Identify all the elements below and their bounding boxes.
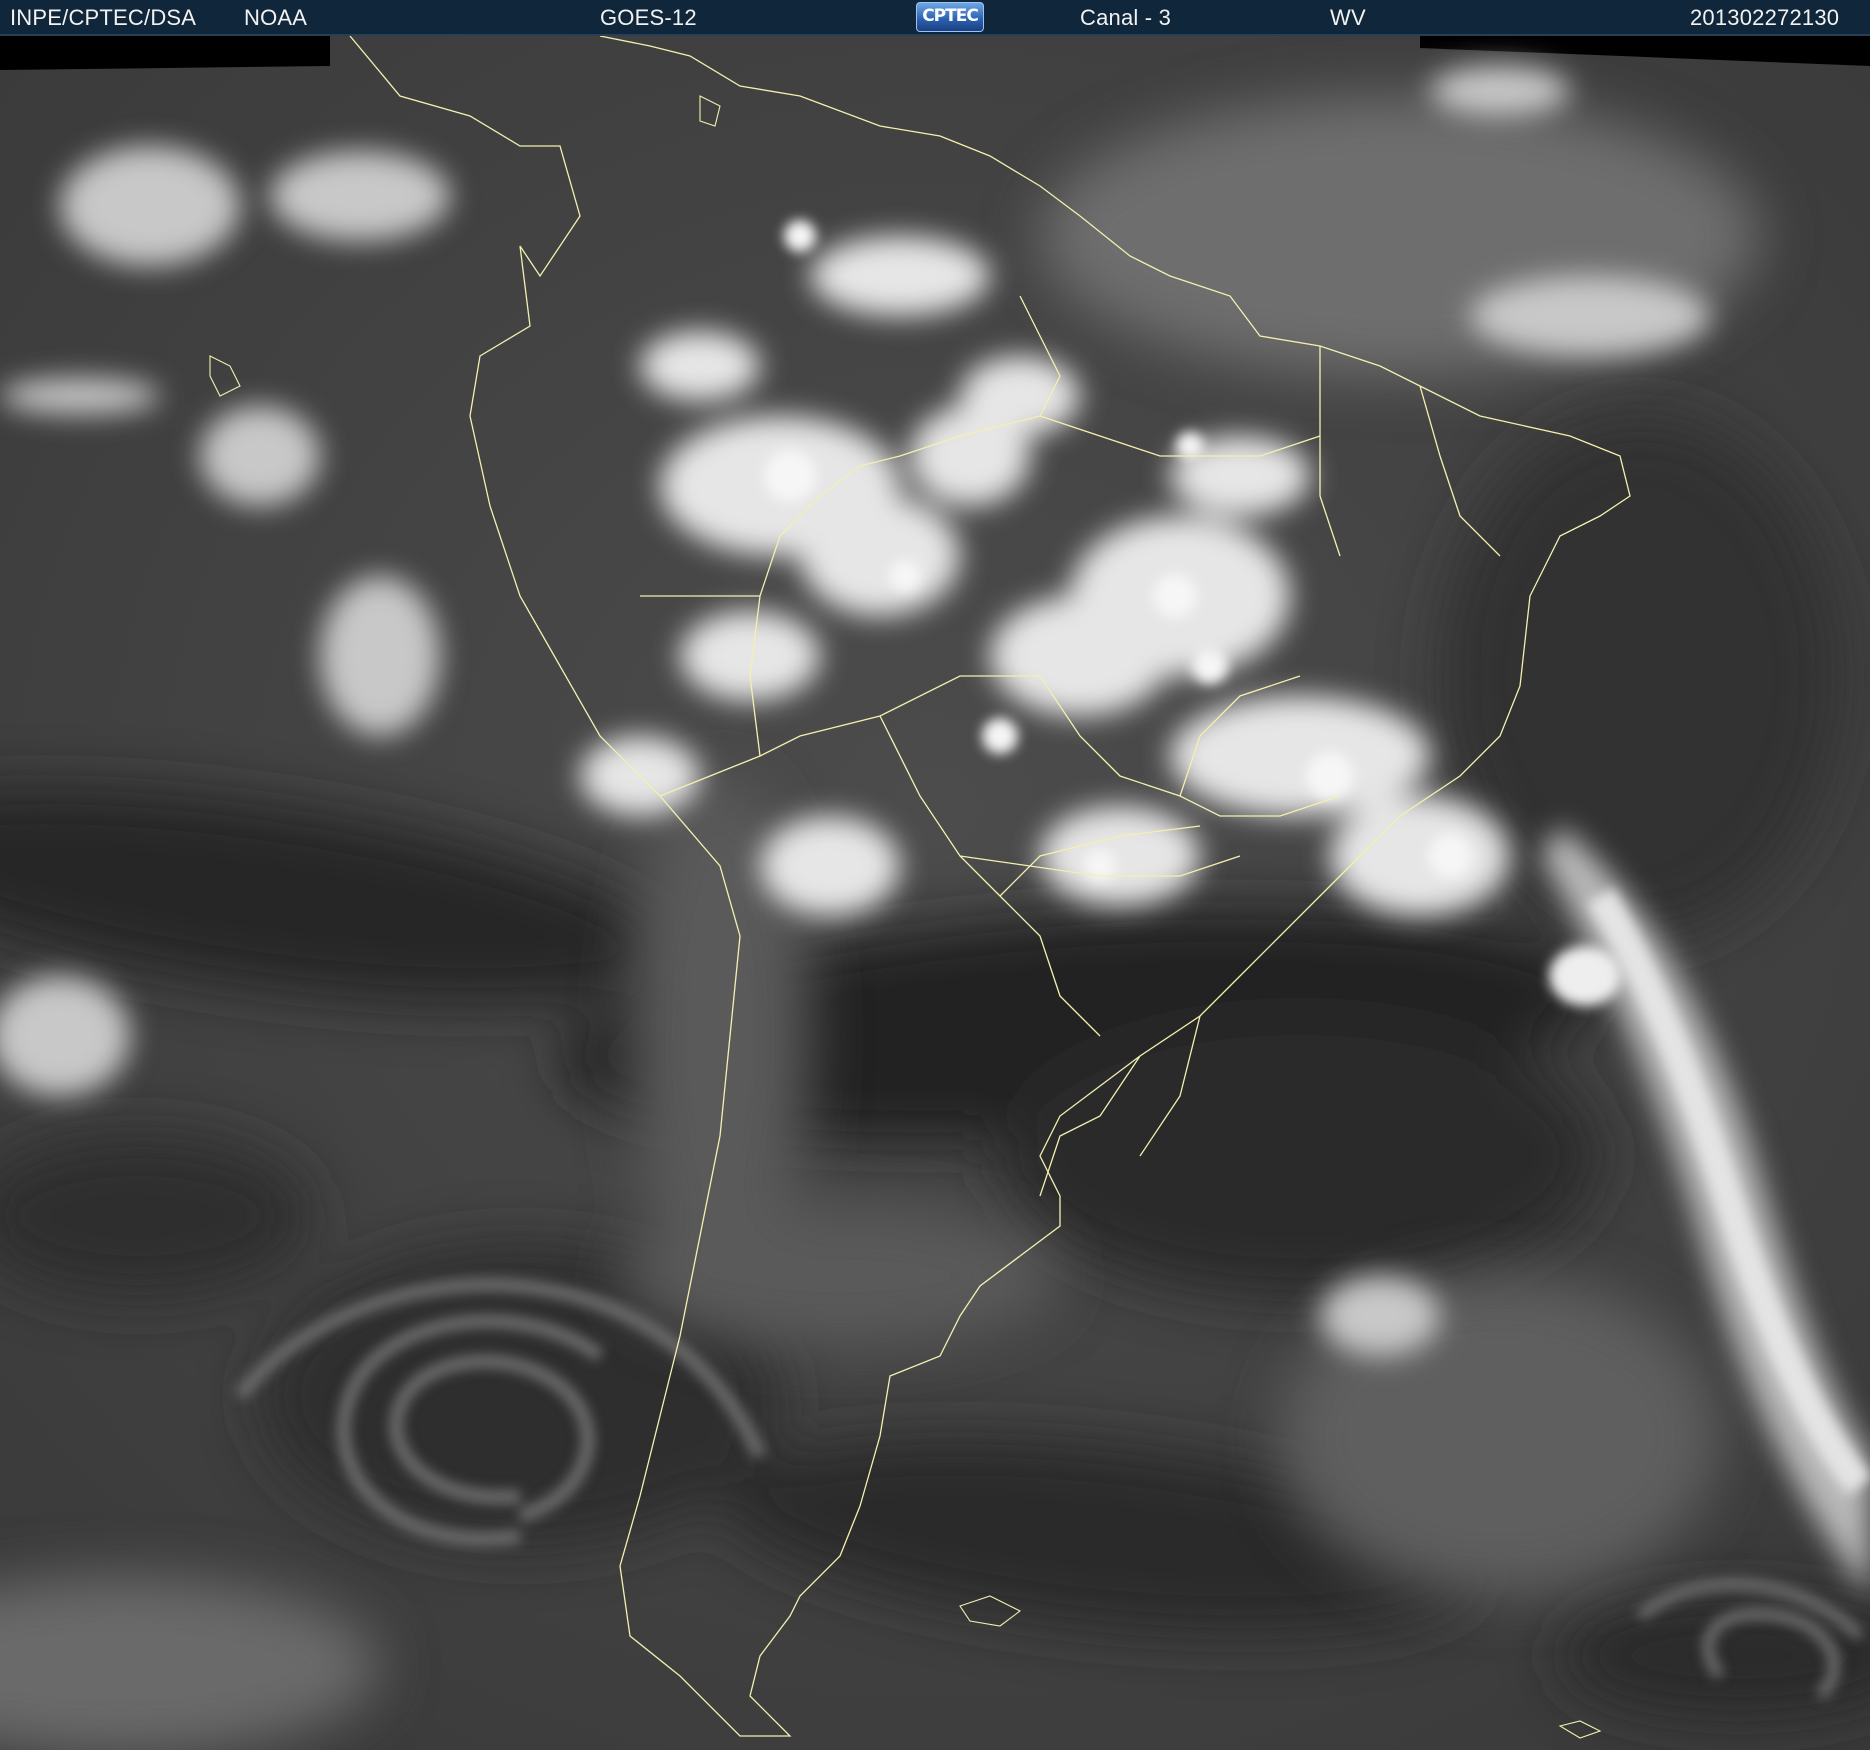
satellite-label: GOES-12 xyxy=(600,5,697,30)
band-label: WV xyxy=(1330,5,1366,30)
partner-label: NOAA xyxy=(244,5,308,30)
satellite-image-svg xyxy=(0,36,1870,1750)
logo-text: CPTEC xyxy=(922,6,979,26)
cptec-logo: CPTEC xyxy=(916,2,984,32)
timestamp-label: 201302272130 xyxy=(1690,5,1840,30)
agency-label: INPE/CPTEC/DSA xyxy=(10,5,197,30)
header-bar: INPE/CPTEC/DSA NOAA GOES-12 CPTEC Canal … xyxy=(0,0,1870,36)
channel-label: Canal - 3 xyxy=(1080,5,1172,30)
scan-edge-left xyxy=(0,36,330,70)
satellite-image xyxy=(0,36,1870,1750)
